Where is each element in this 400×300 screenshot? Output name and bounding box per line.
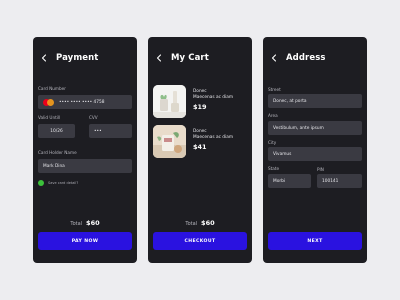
save-card-toggle[interactable] [38, 180, 44, 186]
card-number-field[interactable]: •••• •••• •••• 4758 [38, 95, 132, 109]
back-arrow-icon[interactable] [39, 53, 49, 63]
state-label: State [268, 166, 280, 171]
cvv-value: ••• [94, 128, 102, 134]
address-header: Address [269, 53, 326, 63]
address-screen: Address Street Donec, at porta Area Vest… [263, 37, 367, 263]
cvv-field[interactable]: ••• [89, 124, 132, 138]
total-value: $60 [201, 219, 215, 227]
page-title: Address [286, 53, 326, 63]
product-image [153, 125, 186, 158]
cart-screen: My Cart Donec Maecenas ac diam $19 Donec… [148, 37, 252, 263]
holder-name-field[interactable]: Mark Dina [38, 159, 132, 173]
street-value: Donec, at porta [273, 98, 307, 104]
total-row: Total $60 [33, 219, 137, 227]
holder-name-label: Card Holder Name [38, 150, 77, 155]
product-image [153, 85, 186, 118]
street-field[interactable]: Donec, at porta [268, 94, 362, 108]
item-name-line2: Maecenas ac diam [193, 134, 234, 140]
area-value: Vestibulum, ante ipsum [273, 125, 324, 131]
item-price: $41 [193, 143, 207, 151]
card-number-label: Card Number [38, 86, 66, 91]
next-button[interactable]: NEXT [268, 232, 362, 250]
total-label: Total [70, 221, 83, 227]
area-label: Area [268, 113, 278, 118]
state-field[interactable]: Morbi [268, 174, 311, 188]
total-value: $60 [86, 219, 100, 227]
page-title: Payment [56, 53, 99, 63]
total-row: Total $60 [148, 219, 252, 227]
pay-now-button[interactable]: PAY NOW [38, 232, 132, 250]
area-field[interactable]: Vestibulum, ante ipsum [268, 121, 362, 135]
cart-item[interactable]: Donec Maecenas ac diam $41 [153, 125, 233, 158]
checkout-button[interactable]: CHECKOUT [153, 232, 247, 250]
back-arrow-icon[interactable] [154, 53, 164, 63]
valid-until-value: 10/26 [50, 128, 63, 134]
city-value: Vivamus [273, 151, 292, 157]
back-arrow-icon[interactable] [269, 53, 279, 63]
total-label: Total [185, 221, 198, 227]
mastercard-icon [43, 98, 54, 106]
card-number-value: •••• •••• •••• 4758 [59, 99, 105, 105]
city-field[interactable]: Vivamus [268, 147, 362, 161]
save-card-label: Save card detail? [48, 181, 79, 185]
holder-name-value: Mark Dina [43, 163, 65, 169]
item-info: Donec Maecenas ac diam $19 [193, 85, 233, 118]
pin-label: PIN [317, 167, 324, 172]
payment-screen: Payment Card Number •••• •••• •••• 4758 … [33, 37, 137, 263]
pin-field[interactable]: 100141 [317, 174, 362, 188]
cart-header: My Cart [154, 53, 209, 63]
save-card-row[interactable]: Save card detail? [38, 180, 78, 186]
valid-until-field[interactable]: 10/26 [38, 124, 75, 138]
valid-until-label: Valid Untill [38, 115, 61, 120]
item-info: Donec Maecenas ac diam $41 [193, 125, 233, 158]
item-name-line2: Maecenas ac diam [193, 94, 234, 100]
city-label: City [268, 140, 277, 145]
payment-header: Payment [39, 53, 98, 63]
page-title: My Cart [171, 53, 209, 63]
street-label: Street [268, 87, 281, 92]
cvv-label: CVV [89, 115, 98, 120]
pin-value: 100141 [322, 178, 339, 184]
cart-item[interactable]: Donec Maecenas ac diam $19 [153, 85, 233, 118]
state-value: Morbi [273, 178, 286, 184]
item-price: $19 [193, 103, 207, 111]
